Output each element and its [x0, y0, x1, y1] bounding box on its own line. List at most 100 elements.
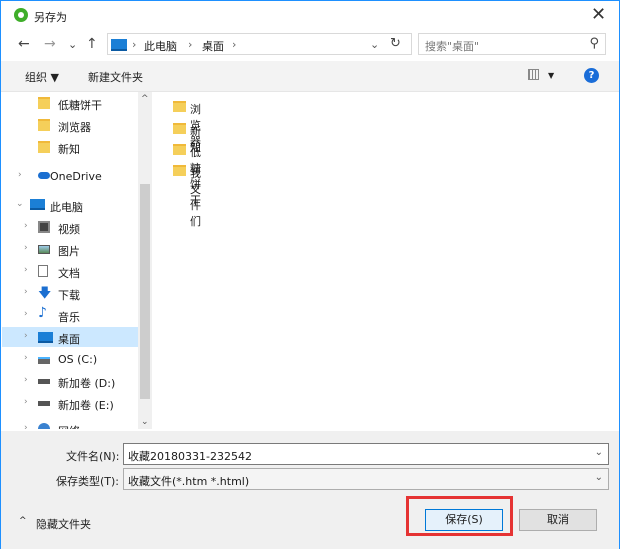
up-button[interactable]: ↑ — [86, 36, 98, 56]
nav-item-label: OS (C:) — [58, 353, 98, 366]
filetype-select[interactable]: 收藏文件(*.htm *.html) ⌄ — [123, 468, 609, 490]
nav-item-this-pc[interactable]: ⌄ 此电脑 — [2, 195, 138, 215]
close-button[interactable]: ✕ — [591, 4, 606, 25]
nav-item-label: 低糖饼干 — [58, 99, 102, 112]
refresh-button[interactable]: ↻ — [390, 36, 401, 51]
folder-icon — [173, 144, 186, 155]
filename-field[interactable]: 收藏20180331-232542 ⌄ — [123, 443, 609, 465]
nav-item-music[interactable]: › ♪ 音乐 — [2, 305, 138, 325]
chevron-right-icon[interactable]: › — [24, 309, 28, 319]
nav-item-low-sugar-biscuits[interactable]: 低糖饼干 — [2, 93, 138, 113]
nav-item-label: 新加卷 (E:) — [58, 399, 114, 412]
new-folder-button[interactable]: 新建文件夹 — [88, 69, 143, 85]
drive-icon — [38, 379, 50, 384]
folder-icon — [38, 119, 50, 131]
chevron-right-icon[interactable]: › — [24, 353, 28, 363]
nav-item-network[interactable]: › 网络 — [2, 419, 138, 429]
nav-item-label: 图片 — [58, 245, 80, 258]
help-icon[interactable]: ? — [584, 68, 599, 83]
search-placeholder: 搜索"桌面" — [425, 40, 480, 53]
breadcrumb-this-pc[interactable]: 此电脑 — [144, 38, 177, 54]
recent-locations-button[interactable]: ⌄ — [68, 38, 77, 58]
chevron-right-icon[interactable]: › — [24, 397, 28, 407]
drive-icon — [38, 357, 50, 364]
nav-item-label: 新知 — [58, 143, 80, 156]
nav-item-documents[interactable]: › 文档 — [2, 261, 138, 281]
network-icon — [38, 423, 50, 429]
desktop-icon — [38, 332, 53, 343]
back-button[interactable]: ← — [18, 36, 30, 56]
nav-item-onedrive[interactable]: › OneDrive — [2, 166, 138, 186]
nav-item-desktop[interactable]: › 桌面 — [2, 327, 138, 347]
breadcrumb-separator: › — [188, 38, 193, 51]
folder-icon — [173, 165, 186, 176]
breadcrumb-separator: › — [132, 38, 137, 51]
save-as-dialog: 另存为 ✕ ← → ⌄ ↑ › 此电脑 › 桌面 › ⌄ ↻ 搜索"桌面" ⚲ … — [0, 0, 620, 549]
breadcrumb-desktop[interactable]: 桌面 — [202, 38, 224, 54]
nav-item-browser[interactable]: 浏览器 — [2, 115, 138, 135]
chevron-right-icon[interactable]: › — [24, 221, 28, 231]
nav-scrollbar-thumb[interactable] — [140, 184, 150, 399]
nav-item-drive-e[interactable]: › 新加卷 (E:) — [2, 393, 138, 413]
nav-item-drive-c[interactable]: › OS (C:) — [2, 349, 138, 369]
file-name: 我文件们 — [190, 167, 201, 228]
nav-item-drive-d[interactable]: › 新加卷 (D:) — [2, 371, 138, 391]
folder-icon — [38, 97, 50, 109]
chevron-down-icon[interactable]: ⌄ — [595, 472, 603, 483]
chevron-right-icon[interactable]: › — [18, 170, 22, 180]
nav-item-label: 文档 — [58, 267, 80, 280]
nav-item-label: 网络 — [58, 423, 80, 429]
nav-item-xinzhi[interactable]: 新知 — [2, 137, 138, 157]
nav-item-label: OneDrive — [50, 170, 102, 183]
highlight-box — [406, 496, 513, 536]
nav-item-videos[interactable]: › 视频 — [2, 217, 138, 237]
browser-app-icon — [14, 8, 28, 22]
nav-item-label: 浏览器 — [58, 121, 91, 134]
organize-menu[interactable]: 组织 ▼ — [25, 69, 59, 85]
computer-icon — [111, 39, 127, 51]
navigation-pane: 低糖饼干 浏览器 新知 › OneDrive ⌄ 此电脑 › 视频 › 图片 ›… — [2, 92, 152, 429]
cancel-button[interactable]: 取消 — [519, 509, 597, 531]
save-options-panel: 文件名(N): 收藏20180331-232542 ⌄ 保存类型(T): 收藏文… — [1, 431, 619, 549]
nav-item-label: 此电脑 — [50, 201, 83, 214]
chevron-right-icon[interactable]: › — [24, 243, 28, 253]
computer-icon — [30, 199, 45, 210]
filetype-value: 收藏文件(*.htm *.html) — [128, 475, 250, 488]
chevron-down-icon[interactable]: ⌄ — [16, 199, 24, 209]
document-icon — [38, 265, 48, 277]
chevron-right-icon[interactable]: › — [24, 375, 28, 385]
nav-item-label: 视频 — [58, 223, 80, 236]
chevron-right-icon[interactable]: › — [24, 265, 28, 275]
folder-icon — [173, 101, 186, 112]
filetype-label: 保存类型(T): — [56, 475, 120, 488]
view-options-icon[interactable] — [528, 69, 539, 80]
window-title: 另存为 — [34, 11, 67, 24]
chevron-right-icon[interactable]: › — [24, 423, 28, 429]
breadcrumb-separator: › — [232, 38, 237, 51]
nav-item-label: 下载 — [58, 289, 80, 302]
drive-icon — [38, 401, 50, 406]
scroll-up-arrow[interactable]: ^ — [141, 94, 149, 104]
filename-value: 收藏20180331-232542 — [128, 450, 252, 463]
chevron-right-icon[interactable]: › — [24, 287, 28, 297]
nav-item-downloads[interactable]: › 🡇 下载 — [2, 283, 138, 303]
nav-item-label: 新加卷 (D:) — [58, 377, 116, 390]
view-options-arrow[interactable]: ▼ — [548, 71, 554, 80]
address-dropdown-button[interactable]: ⌄ — [370, 38, 379, 51]
nav-item-pictures[interactable]: › 图片 — [2, 239, 138, 259]
address-bar[interactable]: › 此电脑 › 桌面 › ⌄ ↻ — [107, 33, 412, 55]
video-icon — [38, 221, 50, 233]
search-box[interactable]: 搜索"桌面" ⚲ — [418, 33, 606, 55]
file-list: 浏览器 新知 低糖饼干 我文件们 — [153, 92, 619, 429]
chevron-up-icon[interactable]: ^ — [19, 516, 27, 526]
chevron-down-icon[interactable]: ⌄ — [595, 447, 603, 458]
search-icon: ⚲ — [589, 36, 599, 51]
folder-icon — [38, 141, 50, 153]
hide-folders-toggle[interactable]: 隐藏文件夹 — [36, 516, 91, 532]
scroll-down-arrow[interactable]: ⌄ — [141, 417, 149, 427]
title-bar: 另存为 ✕ — [1, 1, 620, 31]
download-icon: 🡇 — [38, 286, 52, 301]
forward-button[interactable]: → — [44, 36, 56, 56]
command-bar: 组织 ▼ 新建文件夹 ▼ ? — [1, 61, 619, 92]
chevron-right-icon[interactable]: › — [24, 331, 28, 341]
